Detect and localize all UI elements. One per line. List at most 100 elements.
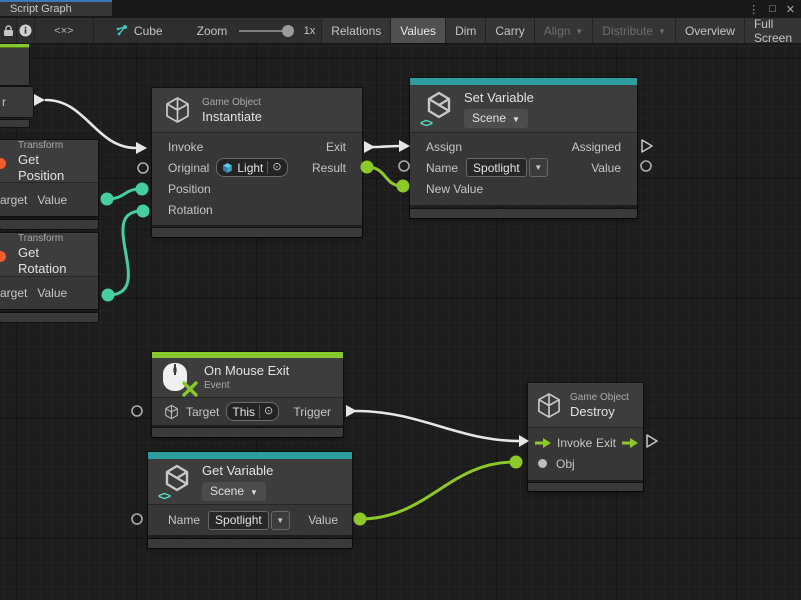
port-original-instantiate[interactable] — [138, 163, 148, 173]
port-exit-instantiate[interactable] — [364, 141, 375, 153]
dim-button[interactable]: Dim — [445, 18, 485, 43]
gameobject-cube-icon — [536, 392, 562, 419]
port-value-setvariable[interactable] — [641, 161, 651, 171]
exit-port-label: Exit — [326, 140, 346, 154]
trigger-port-label: Trigger — [293, 405, 331, 419]
node-title: Set Variable — [464, 90, 534, 106]
variable-name-dropdown-button[interactable]: ▼ — [529, 158, 548, 177]
connection-exit-to-assign[interactable] — [373, 146, 400, 147]
port-name-setvariable[interactable] — [399, 161, 409, 171]
connection-getposition-to-position[interactable] — [107, 189, 141, 199]
info-icon — [19, 24, 32, 37]
code-icon: <×> — [54, 25, 73, 37]
variable-name-dropdown[interactable]: Spotlight — [208, 511, 269, 530]
node-title: Instantiate — [202, 109, 262, 125]
node-title: Get Position — [18, 152, 86, 184]
graph-breadcrumb[interactable]: Cube — [108, 18, 169, 43]
port-value-getvariable[interactable] — [354, 513, 367, 526]
port-rotation-instantiate[interactable] — [137, 205, 150, 218]
node-hidden-event[interactable]: r — [0, 44, 33, 127]
port-value-getposition[interactable] — [101, 193, 114, 206]
node-destroy[interactable]: Game Object Destroy Invoke Exit — [528, 383, 643, 491]
object-field-value: Light — [237, 161, 263, 175]
port-newvalue-setvariable[interactable] — [397, 180, 410, 193]
invoke-port-label: Invoke — [168, 140, 203, 154]
node-title: Destroy — [570, 404, 629, 420]
node-category: Game Object — [570, 391, 629, 404]
node-category: Transform — [18, 139, 86, 152]
tab-title: Script Graph — [10, 3, 72, 15]
close-icon[interactable]: ✕ — [786, 3, 795, 16]
carry-button[interactable]: Carry — [485, 18, 533, 43]
name-port-label: Name — [426, 161, 458, 175]
node-footer — [410, 209, 637, 218]
port-exit-destroy[interactable] — [647, 435, 657, 447]
connections-layer — [0, 44, 801, 600]
node-on-mouse-exit[interactable]: On Mouse Exit Event Target This ⊙ Trigge… — [152, 352, 343, 437]
connection-getvariable-to-obj[interactable] — [360, 462, 515, 519]
connection-getrotation-to-rotation[interactable] — [108, 211, 142, 295]
flow-in-arrow-icon[interactable] — [534, 437, 552, 449]
original-object-field[interactable]: Light ⊙ — [216, 158, 287, 177]
obj-port-dot-icon[interactable] — [538, 459, 547, 468]
tab-script-graph[interactable]: Script Graph — [0, 0, 112, 16]
variable-name-dropdown-button[interactable]: ▼ — [271, 511, 290, 530]
target-port-label: Target — [186, 405, 219, 419]
port-assign-setvariable[interactable] — [399, 140, 410, 152]
variable-name-dropdown[interactable]: Spotlight — [466, 158, 527, 177]
arrowhead-invoke-instantiate[interactable] — [136, 142, 147, 154]
target-object-field[interactable]: This ⊙ — [226, 402, 279, 421]
result-port-label: Result — [312, 161, 346, 175]
values-button[interactable]: Values — [390, 18, 445, 43]
port-target-onmouseexit[interactable] — [132, 406, 142, 416]
port-result-instantiate[interactable] — [361, 161, 374, 174]
node-get-variable[interactable]: <> Get Variable Scene ▼ Name Spotlight ▼ — [148, 452, 352, 548]
graph-canvas[interactable]: r Transform Get Position arget Value — [0, 44, 801, 600]
exit-port-label: Exit — [596, 436, 616, 450]
node-row-fragment: r — [0, 87, 33, 117]
transform-icon — [0, 251, 6, 262]
object-picker-icon[interactable]: ⊙ — [264, 406, 273, 417]
distribute-button[interactable]: Distribute▼ — [592, 18, 675, 43]
overview-button[interactable]: Overview — [675, 18, 744, 43]
connection-result-to-newvalue[interactable] — [367, 167, 402, 186]
code-view-button[interactable]: <×> — [35, 18, 94, 43]
connection-trigger-to-invoke[interactable] — [356, 411, 519, 441]
port-name-getvariable[interactable] — [132, 514, 142, 524]
node-footer — [152, 428, 343, 437]
node-title: On Mouse Exit — [204, 363, 289, 379]
port-assigned-setvariable[interactable] — [642, 140, 652, 152]
port-trigger-out-hidden[interactable] — [34, 94, 45, 106]
node-body-fragment — [0, 48, 29, 85]
lock-button[interactable] — [0, 18, 17, 43]
node-category: Transform — [18, 232, 86, 245]
fullscreen-button[interactable]: Full Screen — [744, 18, 801, 43]
graph-toolbar: <×> Cube Zoom 1x Relations Values Dim Ca… — [0, 18, 801, 44]
port-trigger-onmouseexit[interactable] — [346, 405, 357, 417]
relations-button[interactable]: Relations — [321, 18, 390, 43]
node-get-rotation[interactable]: Transform Get Rotation arget Value — [0, 233, 98, 309]
info-button[interactable] — [17, 18, 34, 43]
variable-scope-dropdown[interactable]: Scene ▼ — [202, 482, 266, 501]
target-port-label: arget — [0, 193, 27, 207]
port-obj-destroy[interactable] — [510, 456, 523, 469]
port-position-instantiate[interactable] — [136, 183, 149, 196]
object-picker-icon[interactable]: ⊙ — [272, 162, 281, 173]
zoom-slider-handle[interactable] — [282, 25, 294, 37]
node-footer — [0, 220, 98, 229]
node-category: Game Object — [202, 96, 262, 109]
gameobject-mini-cube-icon — [164, 404, 179, 420]
node-set-variable[interactable]: <> Set Variable Scene ▼ Assign Assigned … — [410, 78, 637, 218]
more-icon[interactable]: ⋮ — [748, 3, 759, 16]
align-button[interactable]: Align▼ — [534, 18, 593, 43]
value-port-label: Value — [591, 161, 621, 175]
node-title: Get Rotation — [18, 245, 86, 277]
port-value-getrotation[interactable] — [102, 289, 115, 302]
variable-accent-strip — [148, 452, 352, 459]
maximize-icon[interactable]: □ — [769, 3, 776, 15]
zoom-slider[interactable] — [239, 30, 289, 32]
flow-out-arrow-icon[interactable] — [621, 437, 639, 449]
variable-scope-dropdown[interactable]: Scene ▼ — [464, 109, 528, 128]
node-get-position[interactable]: Transform Get Position arget Value — [0, 140, 98, 216]
node-instantiate[interactable]: Game Object Instantiate Invoke Exit Orig… — [152, 88, 362, 237]
